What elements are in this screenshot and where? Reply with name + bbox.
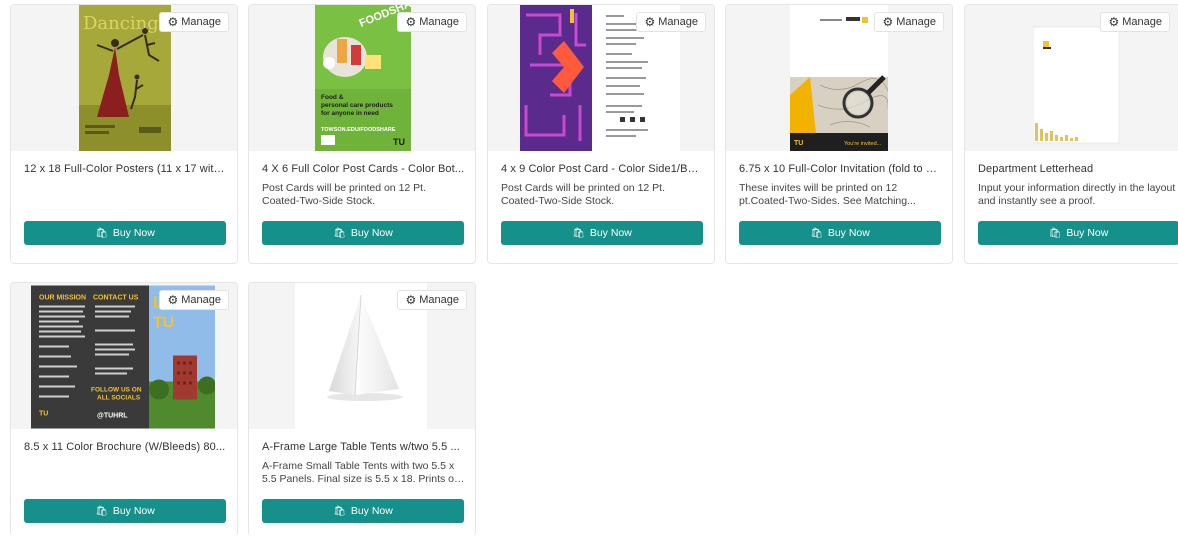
manage-button[interactable]: ⚙ Manage — [397, 290, 467, 310]
product-description: These invites will be printed on 12 pt.C… — [739, 182, 916, 207]
product-card: OUR MISSION CONTACT US FOLLOW US ON ALL … — [10, 282, 238, 536]
shopping-bag-icon: 🛍 — [95, 505, 108, 517]
buy-now-label: Buy Now — [350, 227, 393, 239]
shopping-bag-icon: 🛍 — [810, 227, 823, 239]
svg-text:TU: TU — [39, 411, 48, 418]
shopping-bag-icon: 🛍 — [333, 227, 346, 239]
shopping-bag-icon: 🛍 — [333, 505, 346, 517]
shopping-bag-icon: 🛍 — [572, 227, 585, 239]
svg-text:You're invited...: You're invited... — [844, 141, 882, 147]
svg-text:Food &: Food & — [321, 94, 344, 101]
product-card: TU You're invited... ⚙ Manage 6.75 x 10 … — [725, 4, 953, 264]
buy-now-button[interactable]: 🛍 Buy Now — [739, 221, 941, 245]
gear-icon: ⚙ — [167, 15, 179, 29]
svg-text:TU: TU — [393, 137, 405, 147]
product-title[interactable]: 4 X 6 Full Color Post Cards - Color Bot.… — [262, 163, 466, 175]
product-description: Post Cards will be printed on 12 Pt. Coa… — [262, 182, 427, 207]
product-title[interactable]: 4 x 9 Color Post Card - Color Side1/BW..… — [501, 163, 705, 175]
product-description: Post Cards will be printed on 12 Pt. Coa… — [501, 182, 666, 207]
buy-now-button[interactable]: 🛍 Buy Now — [978, 221, 1178, 245]
product-card: ⚙ Manage A-Frame Large Table Tents w/two… — [248, 282, 476, 536]
manage-label: Manage — [419, 294, 459, 306]
product-card: ⚙ Manage Department Letterhead Input you… — [964, 4, 1178, 264]
buy-now-button[interactable]: 🛍 Buy Now — [24, 499, 226, 523]
svg-text:for anyone in need: for anyone in need — [321, 110, 379, 117]
svg-text:@TUHRL: @TUHRL — [97, 413, 128, 420]
product-description: A-Frame Small Table Tents with two 5.5 x… — [262, 460, 460, 485]
buy-now-button[interactable]: 🛍 Buy Now — [501, 221, 703, 245]
gear-icon: ⚙ — [405, 293, 417, 307]
manage-label: Manage — [419, 16, 459, 28]
product-card: FOODSHARE Food & personal care products … — [248, 4, 476, 264]
manage-label: Manage — [658, 16, 698, 28]
dance-poster-image: Dancing — [79, 5, 171, 151]
svg-text:CONTACT US: CONTACT US — [93, 295, 139, 302]
svg-text:TOWSON.EDU/FOODSHARE: TOWSON.EDU/FOODSHARE — [321, 127, 396, 133]
svg-text:ALL SOCIALS: ALL SOCIALS — [97, 395, 141, 402]
buy-now-button[interactable]: 🛍 Buy Now — [24, 221, 226, 245]
product-title[interactable]: 8.5 x 11 Color Brochure (W/Bleeds) 80... — [24, 441, 228, 453]
svg-text:personal care products: personal care products — [321, 102, 393, 109]
product-description: Input your information directly in the l… — [978, 182, 1176, 207]
buy-now-label: Buy Now — [827, 227, 870, 239]
manage-button[interactable]: ⚙ Manage — [159, 12, 229, 32]
manage-button[interactable]: ⚙ Manage — [1100, 12, 1170, 32]
svg-text:OUR MISSION: OUR MISSION — [39, 295, 86, 302]
buy-now-label: Buy Now — [112, 505, 155, 517]
manage-label: Manage — [181, 294, 221, 306]
shopping-bag-icon: 🛍 — [1048, 227, 1062, 239]
gear-icon: ⚙ — [405, 15, 417, 29]
manage-button[interactable]: ⚙ Manage — [159, 290, 229, 310]
invitation-image: TU You're invited... — [790, 5, 888, 151]
svg-text:TU: TU — [153, 315, 174, 332]
buy-now-label: Buy Now — [589, 227, 632, 239]
buy-now-button[interactable]: 🛍 Buy Now — [262, 499, 464, 523]
gear-icon: ⚙ — [1108, 15, 1120, 29]
manage-label: Manage — [181, 16, 221, 28]
manage-button[interactable]: ⚙ Manage — [397, 12, 467, 32]
svg-text:FOLLOW US ON: FOLLOW US ON — [91, 387, 142, 394]
manage-label: Manage — [1122, 16, 1162, 28]
svg-text:TU: TU — [794, 140, 803, 147]
buy-now-label: Buy Now — [1066, 227, 1109, 239]
product-title[interactable]: Department Letterhead — [978, 163, 1178, 175]
manage-label: Manage — [896, 16, 936, 28]
manage-button[interactable]: ⚙ Manage — [636, 12, 706, 32]
buy-now-label: Buy Now — [350, 505, 393, 517]
buy-now-button[interactable]: 🛍 Buy Now — [262, 221, 464, 245]
gear-icon: ⚙ — [644, 15, 656, 29]
shopping-bag-icon: 🛍 — [95, 227, 108, 239]
gear-icon: ⚙ — [882, 15, 894, 29]
product-title[interactable]: 12 x 18 Full-Color Posters (11 x 17 with… — [24, 163, 228, 175]
product-card: ⚙ Manage 4 x 9 Color Post Card - Color S… — [487, 4, 715, 264]
gear-icon: ⚙ — [167, 293, 179, 307]
manage-button[interactable]: ⚙ Manage — [874, 12, 944, 32]
product-card: Dancing ⚙ Manage 12 x 18 Full-Color Post… — [10, 4, 238, 264]
buy-now-label: Buy Now — [112, 227, 155, 239]
product-title[interactable]: 6.75 x 10 Full-Color Invitation (fold to… — [739, 163, 943, 175]
product-title[interactable]: A-Frame Large Table Tents w/two 5.5 ... — [262, 441, 466, 453]
